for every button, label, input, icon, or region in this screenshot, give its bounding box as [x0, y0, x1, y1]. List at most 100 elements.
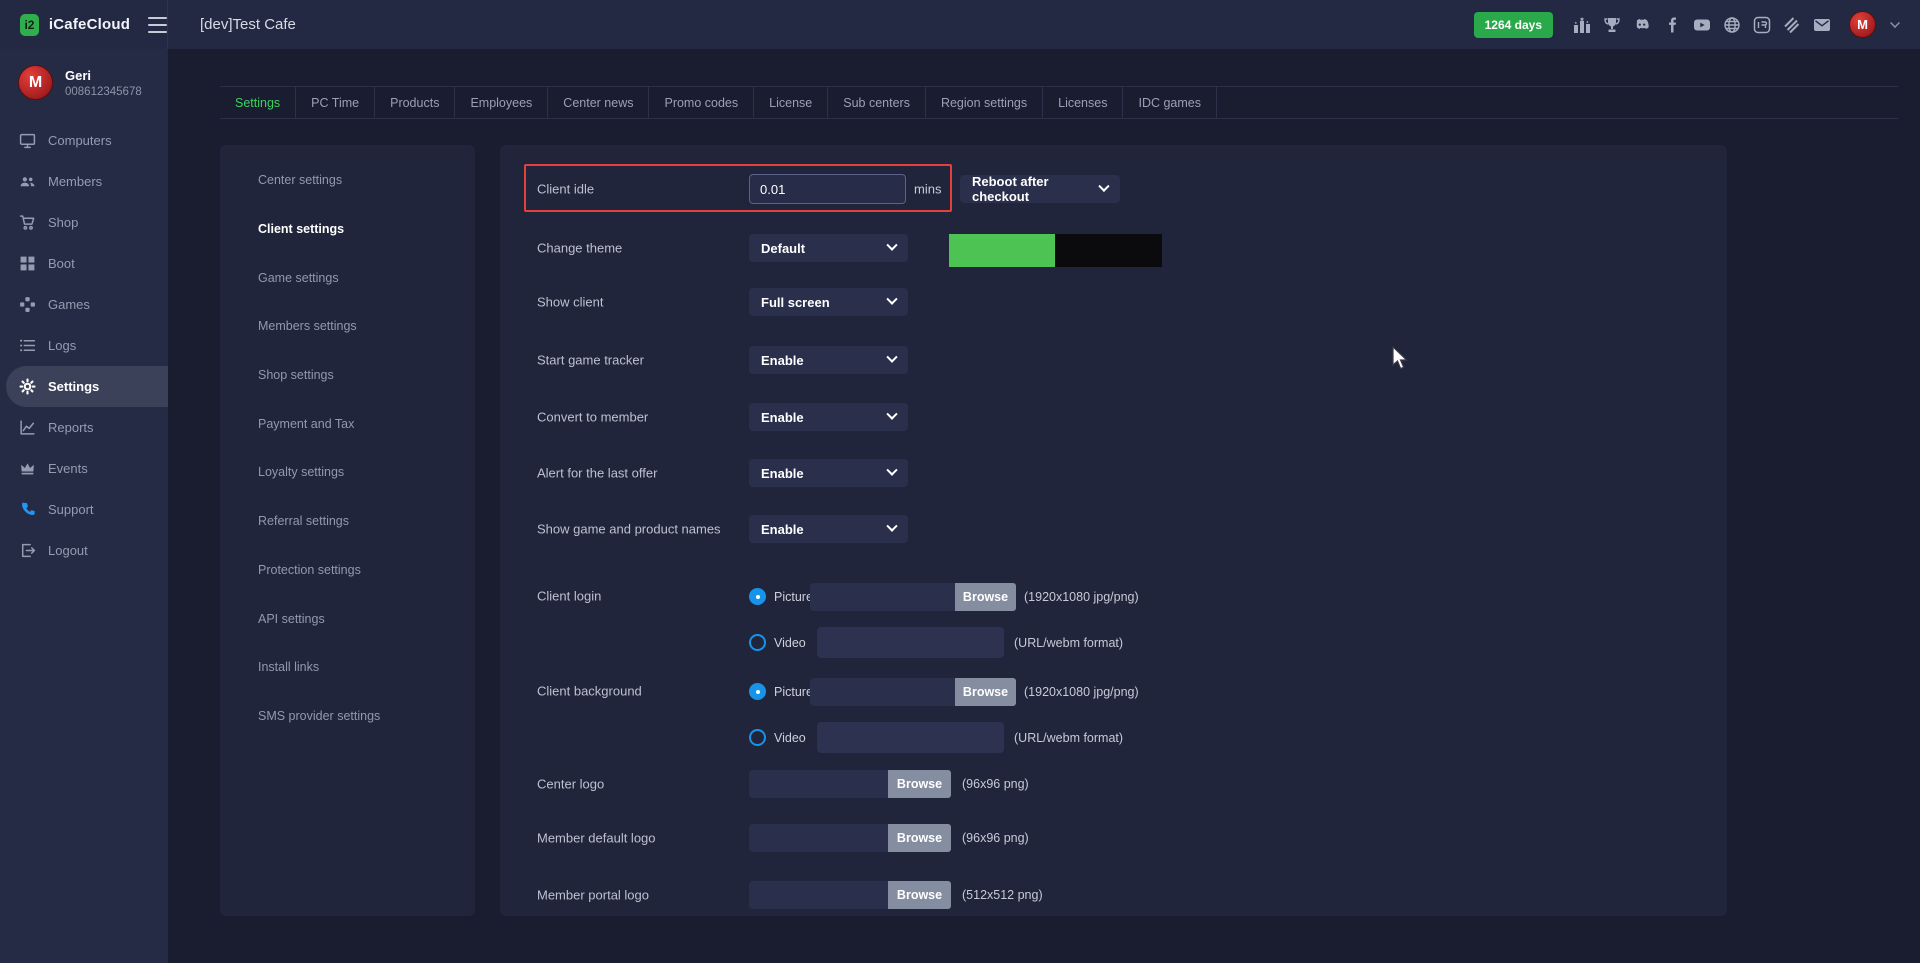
- discord-icon[interactable]: [1633, 16, 1651, 34]
- sidebar-item-events[interactable]: Events: [0, 448, 168, 489]
- client-login-video-hint: (URL/webm format): [1014, 636, 1123, 650]
- facebook-icon[interactable]: [1663, 16, 1681, 34]
- subnav-payment-and-tax[interactable]: Payment and Tax: [220, 399, 475, 448]
- client-idle-action-select[interactable]: Reboot after checkout: [960, 175, 1120, 203]
- client-login-picture-input[interactable]: [810, 583, 955, 611]
- youtube-icon[interactable]: [1693, 16, 1711, 34]
- logo-text[interactable]: iCafeCloud: [49, 16, 130, 33]
- show-names-label: Show game and product names: [537, 522, 721, 537]
- client-background-picture-radio[interactable]: [749, 683, 766, 700]
- tab-settings[interactable]: Settings: [220, 87, 296, 118]
- gear-icon: [19, 378, 36, 395]
- sidebar-item-support[interactable]: Support: [0, 489, 168, 530]
- tab-licenses[interactable]: Licenses: [1043, 87, 1123, 118]
- sidebar-item-games[interactable]: Games: [0, 284, 168, 325]
- list-icon: [19, 337, 36, 354]
- change-theme-label: Change theme: [537, 241, 622, 256]
- subnav-install-links[interactable]: Install links: [220, 643, 475, 692]
- user-id: 008612345678: [65, 86, 142, 98]
- client-idle-unit: mins: [914, 182, 941, 197]
- ranking-icon[interactable]: [1573, 16, 1591, 34]
- subnav-shop-settings[interactable]: Shop settings: [220, 351, 475, 400]
- sidebar-item-boot[interactable]: Boot: [0, 243, 168, 284]
- subnav-loyalty-settings[interactable]: Loyalty settings: [220, 448, 475, 497]
- subnav-protection-settings[interactable]: Protection settings: [220, 546, 475, 595]
- tab-center-news[interactable]: Center news: [548, 87, 649, 118]
- gamepad-icon: [19, 296, 36, 313]
- topbar: i2 iCafeCloud [dev]Test Cafe 1264 days: [0, 0, 1920, 49]
- monitor-icon: [19, 132, 36, 149]
- subnav-members-settings[interactable]: Members settings: [220, 302, 475, 351]
- client-login-picture-radio[interactable]: [749, 588, 766, 605]
- member-portal-logo-label: Member portal logo: [537, 888, 649, 903]
- subnav-api-settings[interactable]: API settings: [220, 594, 475, 643]
- client-login-video-input[interactable]: [817, 627, 1004, 658]
- convert-to-member-label: Convert to member: [537, 410, 648, 425]
- client-background-picture-browse-button[interactable]: Browse: [955, 678, 1016, 706]
- client-idle-input[interactable]: [749, 174, 906, 204]
- center-logo-input[interactable]: [749, 770, 888, 798]
- user-name: Geri: [65, 68, 142, 83]
- tab-region-settings[interactable]: Region settings: [926, 87, 1043, 118]
- center-logo-browse-button[interactable]: Browse: [888, 770, 951, 798]
- client-background-picture-input[interactable]: [810, 678, 955, 706]
- tab-license[interactable]: License: [754, 87, 828, 118]
- sidebar-item-computers[interactable]: Computers: [0, 120, 168, 161]
- client-background-video-radio[interactable]: [749, 729, 766, 746]
- main-area: Settings PC Time Products Employees Cent…: [168, 49, 1920, 963]
- tab-pc-time[interactable]: PC Time: [296, 87, 375, 118]
- client-login-video-radio[interactable]: [749, 634, 766, 651]
- sidebar: M Geri 008612345678 Computers Members Sh…: [0, 49, 168, 963]
- member-portal-logo-input[interactable]: [749, 881, 888, 909]
- subnav-center-settings[interactable]: Center settings: [220, 156, 475, 205]
- settings-subnav: Center settings Client settings Game set…: [220, 145, 475, 916]
- sidebar-item-reports[interactable]: Reports: [0, 407, 168, 448]
- show-names-select[interactable]: Enable: [749, 515, 908, 543]
- sidebar-item-settings[interactable]: Settings: [6, 366, 168, 407]
- start-game-tracker-select[interactable]: Enable: [749, 346, 908, 374]
- center-logo-label: Center logo: [537, 777, 604, 792]
- layers-icon[interactable]: [1783, 16, 1801, 34]
- tab-products[interactable]: Products: [375, 87, 455, 118]
- client-background-picture-radio-label: Picture: [774, 685, 813, 699]
- people-icon: [19, 173, 36, 190]
- change-theme-select[interactable]: Default: [749, 234, 908, 262]
- show-client-select[interactable]: Full screen: [749, 288, 908, 316]
- user-avatar[interactable]: M: [1849, 11, 1876, 38]
- theme-green-swatch: [949, 234, 1055, 267]
- chevron-down-icon: [886, 409, 897, 420]
- mail-icon[interactable]: [1813, 16, 1831, 34]
- trophy-icon[interactable]: [1603, 16, 1621, 34]
- member-portal-logo-browse-button[interactable]: Browse: [888, 881, 951, 909]
- theme-preview-swatch: [949, 234, 1162, 267]
- subnav-sms-provider-settings[interactable]: SMS provider settings: [220, 692, 475, 741]
- subnav-client-settings[interactable]: Client settings: [220, 205, 475, 254]
- member-default-logo-input[interactable]: [749, 824, 888, 852]
- icafecloud-icon[interactable]: [1753, 16, 1771, 34]
- icafecloud-logo-icon[interactable]: i2: [20, 14, 39, 36]
- alert-last-offer-select[interactable]: Enable: [749, 459, 908, 487]
- convert-to-member-select[interactable]: Enable: [749, 403, 908, 431]
- sidebar-item-shop[interactable]: Shop: [0, 202, 168, 243]
- tab-idc-games[interactable]: IDC games: [1123, 87, 1217, 118]
- member-default-logo-browse-button[interactable]: Browse: [888, 824, 951, 852]
- sidebar-item-logout[interactable]: Logout: [0, 530, 168, 571]
- cart-icon: [19, 214, 36, 231]
- subnav-referral-settings[interactable]: Referral settings: [220, 497, 475, 546]
- client-login-picture-browse-button[interactable]: Browse: [955, 583, 1016, 611]
- tab-promo-codes[interactable]: Promo codes: [649, 87, 754, 118]
- sidebar-item-members[interactable]: Members: [0, 161, 168, 202]
- client-background-picture-hint: (1920x1080 jpg/png): [1024, 685, 1139, 699]
- center-logo-hint: (96x96 png): [962, 777, 1029, 791]
- chevron-down-icon[interactable]: [1890, 18, 1900, 28]
- hamburger-menu-button[interactable]: [148, 17, 167, 33]
- client-login-picture-radio-label: Picture: [774, 590, 813, 604]
- client-settings-panel: Client idle mins Reboot after checkout C…: [500, 145, 1727, 916]
- globe-icon[interactable]: [1723, 16, 1741, 34]
- sidebar-item-logs[interactable]: Logs: [0, 325, 168, 366]
- license-days-badge[interactable]: 1264 days: [1474, 12, 1553, 38]
- tab-employees[interactable]: Employees: [455, 87, 548, 118]
- tab-sub-centers[interactable]: Sub centers: [828, 87, 926, 118]
- subnav-game-settings[interactable]: Game settings: [220, 253, 475, 302]
- client-background-video-input[interactable]: [817, 722, 1004, 753]
